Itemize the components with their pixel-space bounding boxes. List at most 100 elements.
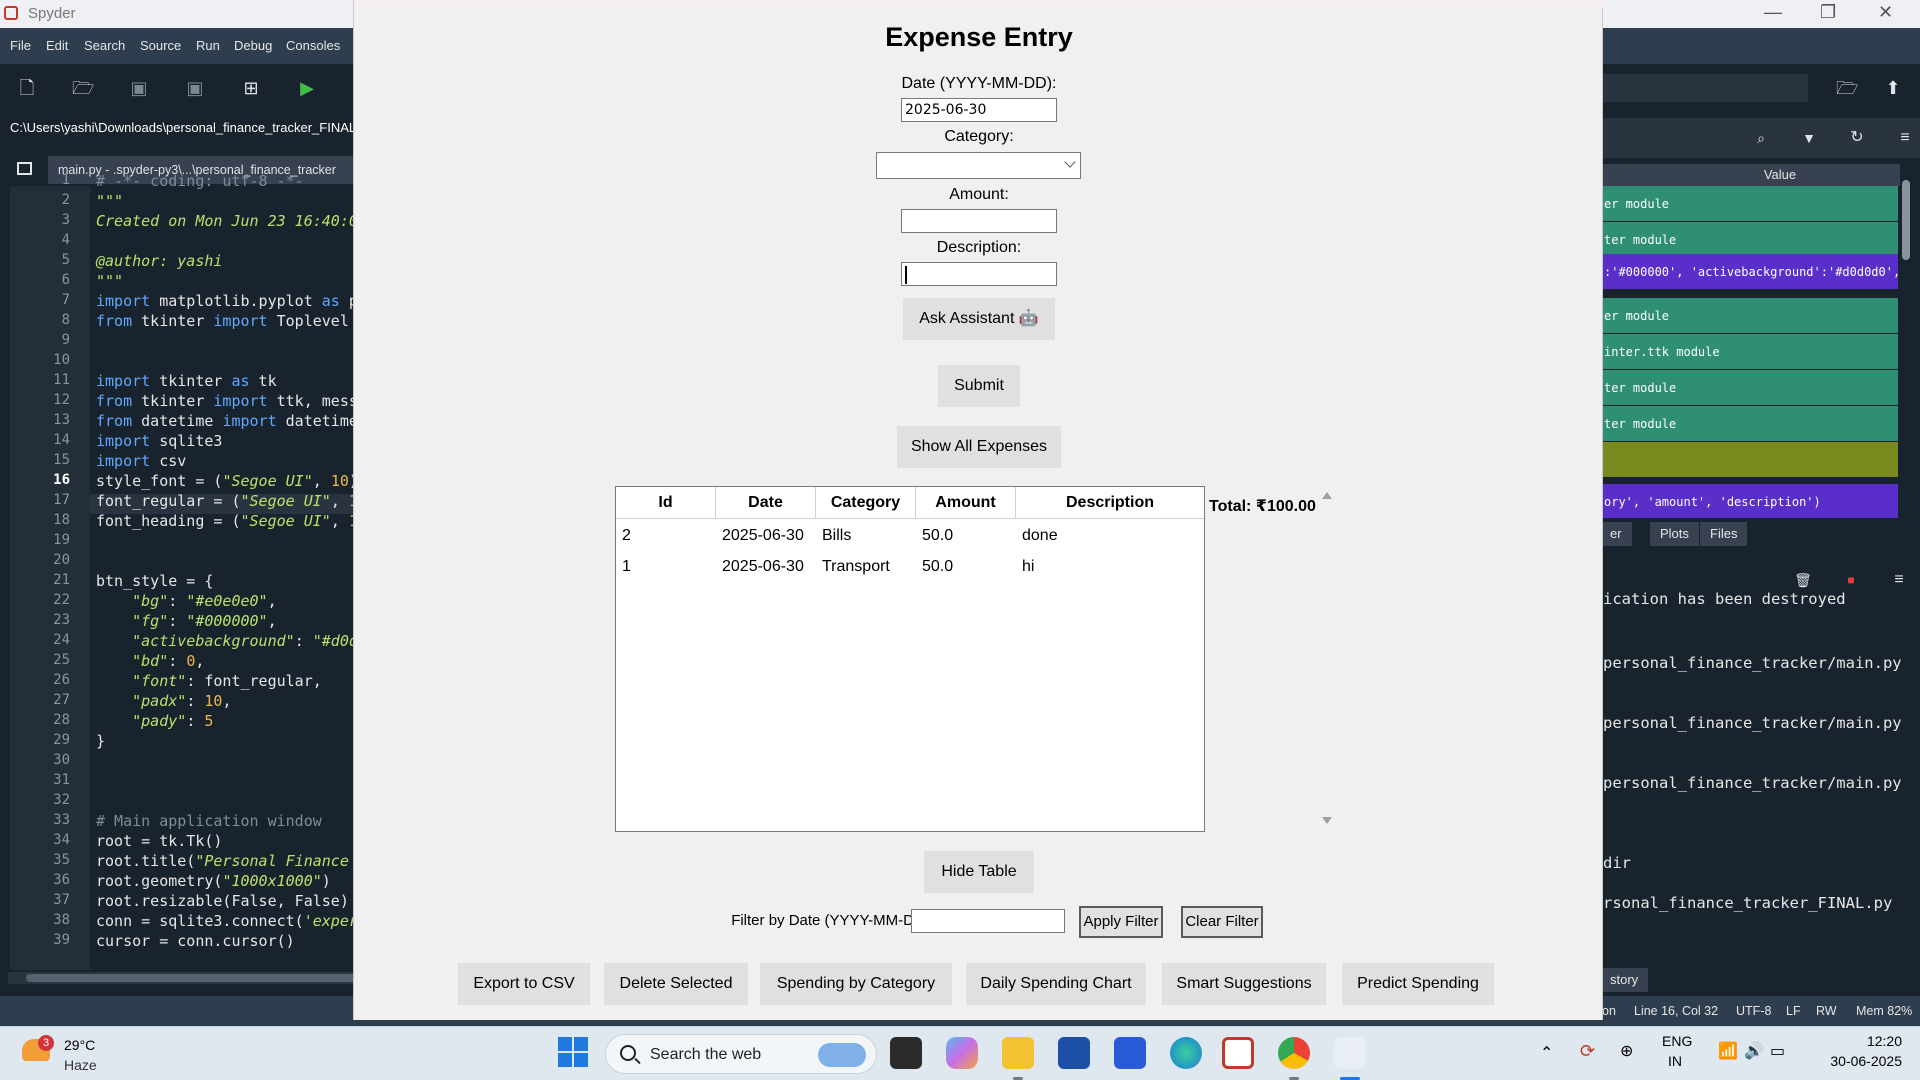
daily-spending-chart-button[interactable]: Daily Spending Chart bbox=[966, 963, 1146, 1005]
scroll-up-icon[interactable] bbox=[1322, 492, 1332, 499]
start-windows-icon[interactable] bbox=[558, 1037, 588, 1067]
code-editor[interactable]: 1 2 3 4 5 6 7 8 9 10 11 12 13 14 15 16 17 18 19 20 21 22 23 24 2… bbox=[0, 172, 360, 970]
stop-icon[interactable]: ■ bbox=[1840, 569, 1862, 591]
variable-scrollbar[interactable] bbox=[1900, 164, 1912, 510]
file-explorer-icon[interactable] bbox=[1002, 1037, 1034, 1080]
menu-run[interactable]: Run bbox=[196, 38, 220, 53]
volume-icon[interactable]: 🔊 bbox=[1744, 1041, 1764, 1061]
console-menu-icon[interactable]: ≡ bbox=[1888, 569, 1910, 591]
network-globe-icon[interactable]: ⊕ bbox=[1620, 1041, 1633, 1061]
show-hidden-icons-icon[interactable]: ⌃ bbox=[1540, 1043, 1553, 1063]
sync-icon[interactable]: ⟳ bbox=[1580, 1041, 1595, 1062]
description-field[interactable] bbox=[901, 262, 1057, 286]
save-all-icon[interactable]: ▣ bbox=[184, 77, 206, 99]
language-code[interactable]: ENG bbox=[1662, 1033, 1692, 1049]
show-all-expenses-button[interactable]: Show All Expenses bbox=[897, 426, 1061, 468]
code-line: "fg": "#000000", bbox=[132, 612, 277, 630]
new-cell-icon[interactable]: ⊞ bbox=[240, 77, 262, 99]
column-header-description[interactable]: Description bbox=[1016, 487, 1204, 519]
refresh-icon[interactable]: ↻ bbox=[1846, 127, 1868, 149]
clock-date[interactable]: 30-06-2025 bbox=[1816, 1053, 1902, 1069]
variable-row[interactable]: inter.ttk module bbox=[1600, 334, 1898, 370]
tab-explorer[interactable]: er bbox=[1600, 522, 1632, 546]
open-folder-icon[interactable]: 🗁 bbox=[72, 77, 94, 99]
browse-folder-icon[interactable]: 🗁 bbox=[1836, 77, 1858, 99]
menu-source[interactable]: Source bbox=[140, 38, 181, 53]
line-number: 31 bbox=[53, 772, 70, 788]
filter-icon[interactable]: ▼ bbox=[1798, 127, 1820, 149]
spending-by-category-button[interactable]: Spending by Category bbox=[760, 963, 952, 1005]
menu-file[interactable]: File bbox=[10, 38, 31, 53]
predict-spending-button[interactable]: Predict Spending bbox=[1342, 963, 1494, 1005]
hide-table-button[interactable]: Hide Table bbox=[924, 851, 1034, 893]
new-file-icon[interactable]: 🗋 bbox=[16, 77, 38, 99]
code-line: root.resizable(False, False) bbox=[96, 892, 349, 910]
menu-edit[interactable]: Edit bbox=[46, 38, 68, 53]
variable-row[interactable] bbox=[1600, 442, 1898, 478]
ipython-console[interactable]: ication has been destroyed personal_fina… bbox=[1600, 590, 1902, 950]
run-icon[interactable]: ▶ bbox=[296, 77, 318, 99]
close-icon[interactable]: ✕ bbox=[1878, 2, 1893, 23]
python-feather-icon[interactable] bbox=[1334, 1037, 1366, 1080]
menu-search[interactable]: Search bbox=[84, 38, 125, 53]
table-row[interactable]: 2 2025-06-30 Bills 50.0 done bbox=[616, 521, 1204, 551]
variable-row[interactable]: ter module bbox=[1600, 406, 1898, 442]
tab-files[interactable]: Files bbox=[1700, 522, 1748, 546]
vscode-like-app-icon[interactable] bbox=[1058, 1037, 1090, 1069]
variable-row[interactable]: ory', 'amount', 'description') bbox=[1600, 484, 1898, 520]
category-dropdown[interactable] bbox=[876, 152, 1081, 179]
clear-filter-button[interactable]: Clear Filter bbox=[1181, 906, 1263, 938]
task-view-icon[interactable] bbox=[890, 1037, 922, 1069]
variable-row[interactable]: er module bbox=[1600, 186, 1898, 222]
line-number: 18 bbox=[53, 512, 70, 528]
expenses-table[interactable]: Id Date Category Amount Description 2 20… bbox=[615, 486, 1205, 832]
column-header-amount[interactable]: Amount bbox=[916, 487, 1016, 519]
save-icon[interactable]: ▣ bbox=[128, 77, 150, 99]
menu-debug[interactable]: Debug bbox=[234, 38, 272, 53]
column-header-id[interactable]: Id bbox=[616, 487, 716, 519]
spyder-app-icon[interactable] bbox=[1222, 1037, 1254, 1069]
code-line: "font": font_regular, bbox=[132, 672, 322, 690]
trash-icon[interactable]: 🗑 bbox=[1792, 569, 1814, 591]
cell-description: hi bbox=[1022, 558, 1035, 575]
line-number: 22 bbox=[53, 592, 70, 608]
delete-selected-button[interactable]: Delete Selected bbox=[604, 963, 748, 1005]
tab-plots[interactable]: Plots bbox=[1650, 522, 1699, 546]
wifi-icon[interactable]: 📶 bbox=[1718, 1041, 1738, 1061]
clock-time[interactable]: 12:20 bbox=[1824, 1033, 1902, 1049]
ask-assistant-button[interactable]: Ask Assistant 🤖 bbox=[903, 298, 1055, 340]
tab-history[interactable]: story bbox=[1600, 968, 1649, 992]
search-icon[interactable]: ⌕ bbox=[1750, 127, 1772, 149]
column-header-category[interactable]: Category bbox=[816, 487, 916, 519]
submit-button[interactable]: Submit bbox=[938, 365, 1020, 407]
parent-dir-icon[interactable]: ⬆ bbox=[1882, 77, 1904, 99]
copilot-icon[interactable] bbox=[946, 1037, 978, 1069]
line-number: 35 bbox=[53, 852, 70, 868]
microsoft-store-icon[interactable] bbox=[1114, 1037, 1146, 1069]
table-vertical-scrollbar[interactable] bbox=[1318, 486, 1336, 832]
amount-field[interactable] bbox=[901, 209, 1057, 233]
table-row[interactable]: 1 2025-06-30 Transport 50.0 hi bbox=[616, 552, 1204, 582]
taskbar-search[interactable]: Search the web bbox=[605, 1034, 877, 1074]
scroll-down-icon[interactable] bbox=[1322, 817, 1332, 824]
export-csv-button[interactable]: Export to CSV bbox=[458, 963, 590, 1005]
variable-row[interactable]: ter module bbox=[1600, 370, 1898, 406]
column-header-date[interactable]: Date bbox=[716, 487, 816, 519]
working-dir-combo[interactable] bbox=[1600, 74, 1808, 102]
chrome-browser-icon[interactable] bbox=[1278, 1037, 1310, 1080]
apply-filter-button[interactable]: Apply Filter bbox=[1079, 906, 1163, 938]
minimize-icon[interactable]: — bbox=[1764, 2, 1782, 23]
edge-browser-icon[interactable] bbox=[1170, 1037, 1202, 1069]
menu-icon[interactable]: ≡ bbox=[1894, 127, 1916, 149]
variable-row[interactable]: ter module bbox=[1600, 222, 1898, 258]
menu-consoles[interactable]: Consoles bbox=[286, 38, 340, 53]
editor-horizontal-scrollbar[interactable] bbox=[8, 972, 360, 984]
date-field[interactable]: 2025-06-30 bbox=[901, 98, 1057, 122]
variable-row[interactable]: er module bbox=[1600, 298, 1898, 334]
smart-suggestions-button[interactable]: Smart Suggestions bbox=[1162, 963, 1326, 1005]
filter-date-field[interactable] bbox=[911, 909, 1065, 933]
language-region[interactable]: IN bbox=[1668, 1053, 1682, 1069]
variable-row[interactable]: :'#000000', 'activebackground':'#d0d0d0'… bbox=[1600, 254, 1898, 290]
restore-icon[interactable]: ❐ bbox=[1820, 2, 1836, 23]
battery-icon[interactable]: ▭ bbox=[1770, 1041, 1785, 1061]
